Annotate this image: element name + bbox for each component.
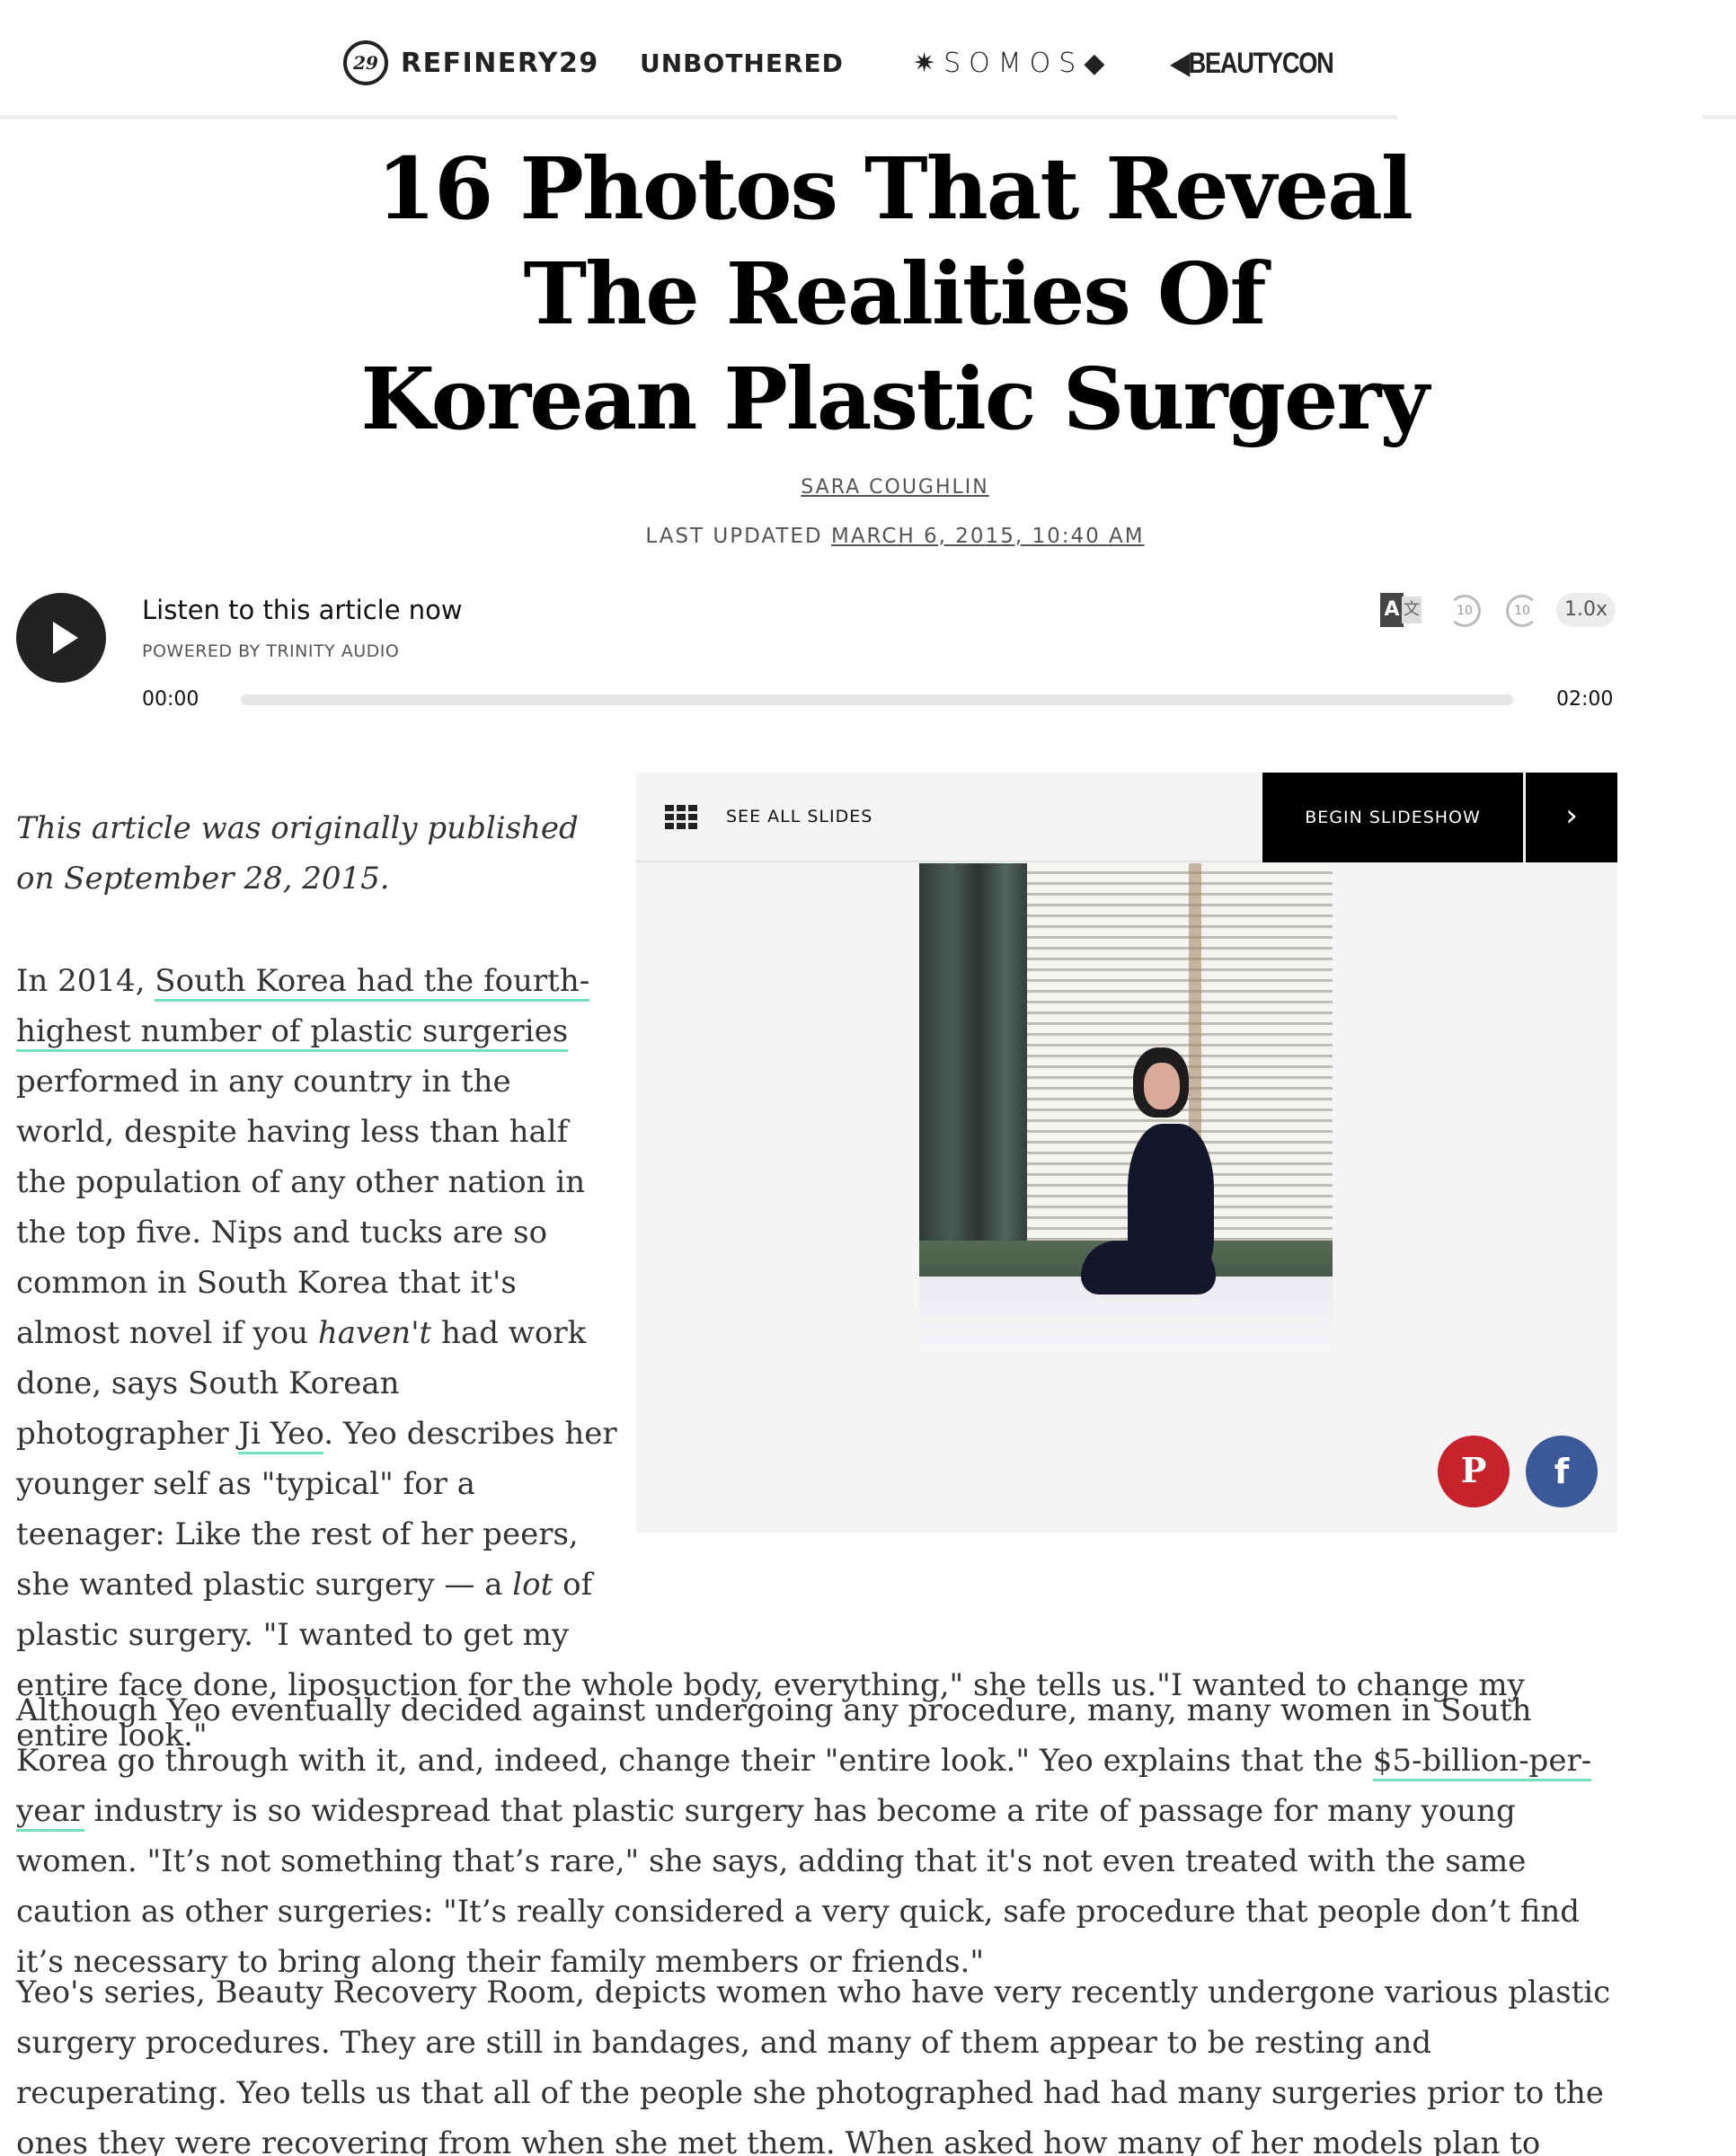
p2-text-1: Although Yeo eventually decided against … — [16, 1692, 1532, 1779]
article-paragraph: In 2014, South Korea had the fourth-high… — [16, 956, 1625, 1761]
total-time: 02:00 — [1556, 688, 1614, 711]
refinery29-wordmark: REFINERY29 — [401, 47, 599, 79]
audio-progress-bar[interactable] — [241, 694, 1513, 705]
ji-yeo-link[interactable]: Ji Yeo — [238, 1416, 324, 1454]
updated-date[interactable]: MARCH 6, 2015, 10:40 AM — [831, 525, 1145, 548]
nav-divider — [0, 115, 1397, 119]
somos-logo[interactable]: ✷SOMOS◆ — [913, 40, 1112, 86]
slideshow-toolbar: SEE ALL SLIDES BEGIN SLIDESHOW › — [636, 773, 1617, 862]
unbothered-logo[interactable]: UNBOTHERED — [640, 40, 844, 86]
author-byline: SARA COUGHLIN — [0, 476, 1736, 499]
translate-icon-a: A — [1380, 593, 1404, 627]
current-time: 00:00 — [142, 688, 199, 711]
p1-text-1: In 2014, — [16, 963, 155, 999]
original-publish-note: This article was originally published on… — [16, 810, 579, 897]
article-paragraph: Although Yeo eventually decided against … — [16, 1685, 1625, 1987]
p1-text-2: performed in any country in the world, d… — [16, 1064, 586, 1351]
translate-icon[interactable]: A 文 — [1380, 593, 1422, 627]
p2-text-2: industry is so widespread that plastic s… — [16, 1793, 1581, 1980]
play-button[interactable] — [16, 593, 106, 683]
translate-icon-b: 文 — [1402, 596, 1422, 623]
playback-speed-button[interactable]: 1.0x — [1556, 593, 1616, 627]
p1-emphasis-2: lot — [512, 1567, 554, 1603]
begin-slideshow-button[interactable]: BEGIN SLIDESHOW — [1262, 773, 1523, 862]
nav-divider-right — [1703, 115, 1736, 119]
last-updated: LAST UPDATED MARCH 6, 2015, 10:40 AM — [0, 525, 1736, 548]
refinery29-mark-icon: 29 — [343, 40, 388, 85]
author-link[interactable]: SARA COUGHLIN — [801, 476, 988, 499]
top-nav: 29 REFINERY29 UNBOTHERED ✷SOMOS◆ ◀BEAUTY… — [0, 0, 1736, 115]
powered-by-label[interactable]: POWERED BY TRINITY AUDIO — [142, 641, 399, 661]
article-title: 16 Photos That Reveal The Realities Of K… — [360, 139, 1429, 449]
see-all-slides-button[interactable]: SEE ALL SLIDES — [726, 807, 872, 826]
refinery29-logo[interactable]: 29 REFINERY29 — [343, 40, 599, 86]
skip-back-icon[interactable]: 10 — [1448, 595, 1481, 627]
skip-forward-icon[interactable]: 10 — [1506, 595, 1538, 627]
beautycon-logo[interactable]: ◀BEAUTYCON — [1171, 40, 1334, 86]
grid-icon[interactable] — [665, 805, 697, 830]
updated-prefix: LAST UPDATED — [645, 525, 823, 548]
p1-emphasis-1: haven't — [317, 1315, 432, 1351]
article-paragraph: Yeo's series, Beauty Recovery Room, depi… — [16, 1975, 1611, 2156]
slideshow-spacer — [618, 956, 1625, 1648]
chevron-right-icon[interactable]: › — [1526, 773, 1617, 862]
listen-label: Listen to this article now — [142, 595, 463, 625]
